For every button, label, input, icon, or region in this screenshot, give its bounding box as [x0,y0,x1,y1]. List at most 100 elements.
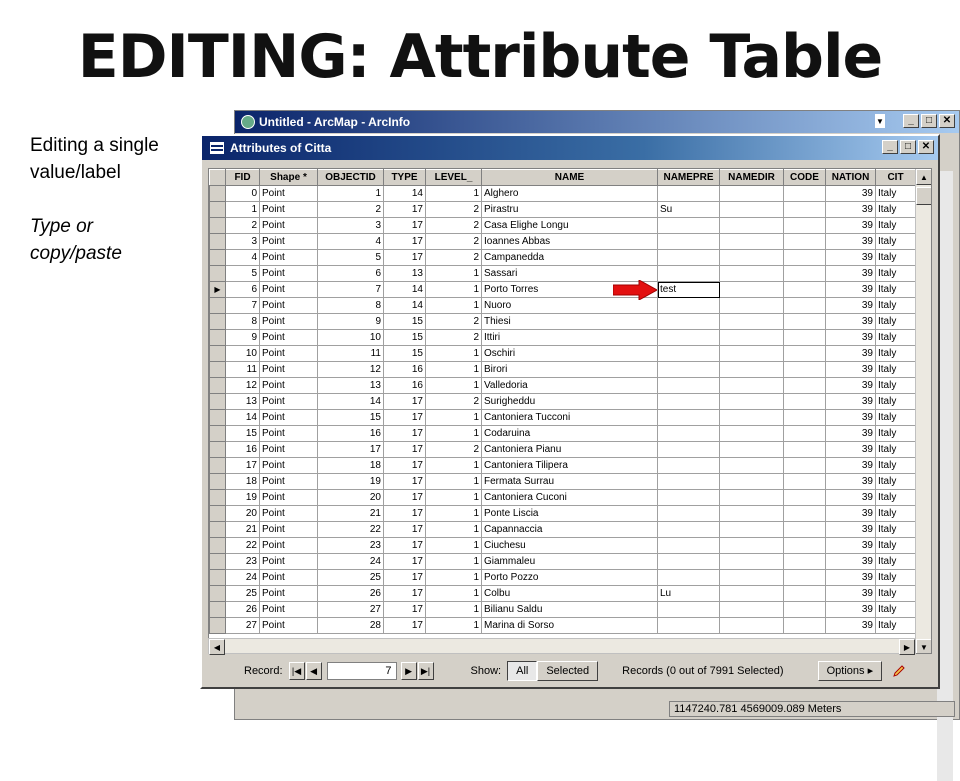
table-row[interactable]: 13 Point 14 17 2 Surigheddu 39 Italy [209,393,916,410]
row-selector[interactable] [209,601,226,618]
table-cell[interactable] [657,553,720,570]
table-cell[interactable]: 8 [225,313,260,330]
table-cell[interactable]: 1 [425,297,482,314]
table-cell[interactable]: 1 [425,409,482,426]
table-row[interactable]: 9 Point 10 15 2 Ittiri 39 Italy [209,329,916,346]
row-selector[interactable] [209,185,226,202]
table-cell[interactable] [783,313,826,330]
table-cell[interactable]: Italy [875,249,916,266]
table-cell[interactable]: 16 [317,425,384,442]
row-selector[interactable] [209,345,226,362]
attr-close-button[interactable]: ✕ [918,140,934,154]
table-cell[interactable] [719,585,784,602]
table-row[interactable]: 3 Point 4 17 2 Ioannes Abbas 39 Italy [209,233,916,250]
table-cell[interactable]: 22 [317,521,384,538]
scroll-left-icon[interactable]: ◀ [209,639,225,655]
table-cell[interactable] [657,185,720,202]
table-cell[interactable]: 1 [425,537,482,554]
table-cell[interactable]: Italy [875,585,916,602]
row-selector[interactable] [209,249,226,266]
table-cell[interactable]: 17 [383,409,426,426]
table-cell[interactable]: Point [259,393,318,410]
table-cell[interactable] [783,393,826,410]
table-cell[interactable]: 24 [225,569,260,586]
table-cell[interactable] [719,265,784,282]
column-header[interactable]: NATION [825,169,876,186]
table-cell[interactable]: Italy [875,425,916,442]
table-cell[interactable] [719,601,784,618]
show-all-button[interactable]: All [507,661,538,681]
table-cell[interactable]: Fermata Surrau [481,473,658,490]
table-cell[interactable]: 23 [225,553,260,570]
table-cell[interactable]: Italy [875,505,916,522]
table-row[interactable]: 18 Point 19 17 1 Fermata Surrau 39 Italy [209,473,916,490]
table-cell[interactable] [783,345,826,362]
table-cell[interactable]: 1 [425,585,482,602]
table-cell[interactable]: Oschiri [481,345,658,362]
table-cell[interactable]: 17 [383,233,426,250]
table-cell[interactable]: 39 [825,361,876,378]
table-cell[interactable]: 17 [383,569,426,586]
table-cell[interactable] [719,217,784,234]
table-cell[interactable] [719,393,784,410]
table-cell[interactable]: 2 [425,313,482,330]
table-cell[interactable] [719,553,784,570]
table-cell[interactable] [657,393,720,410]
table-cell[interactable] [783,473,826,490]
table-row[interactable]: ▶ 6 Point 7 14 1 Porto Torres test 39 Italy [209,281,916,298]
table-cell[interactable]: 17 [317,441,384,458]
table-row[interactable]: 5 Point 6 13 1 Sassari 39 Italy [209,265,916,282]
table-cell[interactable]: 1 [425,265,482,282]
table-cell[interactable]: 2 [425,329,482,346]
table-cell[interactable]: Colbu [481,585,658,602]
table-cell[interactable]: 2 [317,201,384,218]
table-cell[interactable]: Italy [875,361,916,378]
table-cell[interactable] [783,329,826,346]
table-cell[interactable]: 1 [425,425,482,442]
table-cell[interactable]: 1 [317,185,384,202]
table-row[interactable]: 21 Point 22 17 1 Capannaccia 39 Italy [209,521,916,538]
table-cell[interactable] [657,425,720,442]
table-cell[interactable]: 14 [317,393,384,410]
table-cell[interactable]: Italy [875,345,916,362]
table-cell[interactable] [719,313,784,330]
column-header[interactable]: Shape * [259,169,318,186]
table-cell[interactable]: 3 [317,217,384,234]
table-cell[interactable]: 15 [317,409,384,426]
table-row[interactable]: 19 Point 20 17 1 Cantoniera Cuconi 39 Italy [209,489,916,506]
row-selector-header[interactable] [209,169,226,186]
table-cell[interactable]: Codaruina [481,425,658,442]
table-cell[interactable]: Point [259,265,318,282]
table-cell[interactable] [719,345,784,362]
row-selector[interactable] [209,441,226,458]
table-cell[interactable]: 39 [825,569,876,586]
table-cell[interactable]: 8 [317,297,384,314]
table-cell[interactable] [719,233,784,250]
table-cell[interactable]: 11 [317,345,384,362]
table-cell[interactable]: 1 [425,617,482,634]
table-cell[interactable]: Casa Elighe Longu [481,217,658,234]
table-cell[interactable]: 25 [225,585,260,602]
table-cell[interactable] [657,233,720,250]
attr-maximize-button[interactable]: □ [900,140,916,154]
table-cell[interactable]: 15 [383,345,426,362]
table-cell[interactable] [719,537,784,554]
table-cell[interactable]: Italy [875,537,916,554]
table-cell[interactable]: Surigheddu [481,393,658,410]
table-row[interactable]: 23 Point 24 17 1 Giammaleu 39 Italy [209,553,916,570]
table-cell[interactable]: 9 [317,313,384,330]
table-cell[interactable]: Point [259,537,318,554]
table-cell[interactable]: Thiesi [481,313,658,330]
table-cell[interactable]: 12 [317,361,384,378]
row-selector[interactable] [209,521,226,538]
table-cell[interactable]: 39 [825,537,876,554]
table-cell[interactable] [783,377,826,394]
table-cell[interactable] [719,521,784,538]
table-cell[interactable]: 19 [225,489,260,506]
table-cell[interactable]: Point [259,473,318,490]
table-cell[interactable]: 39 [825,313,876,330]
table-row[interactable]: 26 Point 27 17 1 Bilianu Saldu 39 Italy [209,601,916,618]
table-cell[interactable] [657,441,720,458]
table-cell[interactable]: 6 [225,281,260,298]
table-cell[interactable]: 2 [225,217,260,234]
